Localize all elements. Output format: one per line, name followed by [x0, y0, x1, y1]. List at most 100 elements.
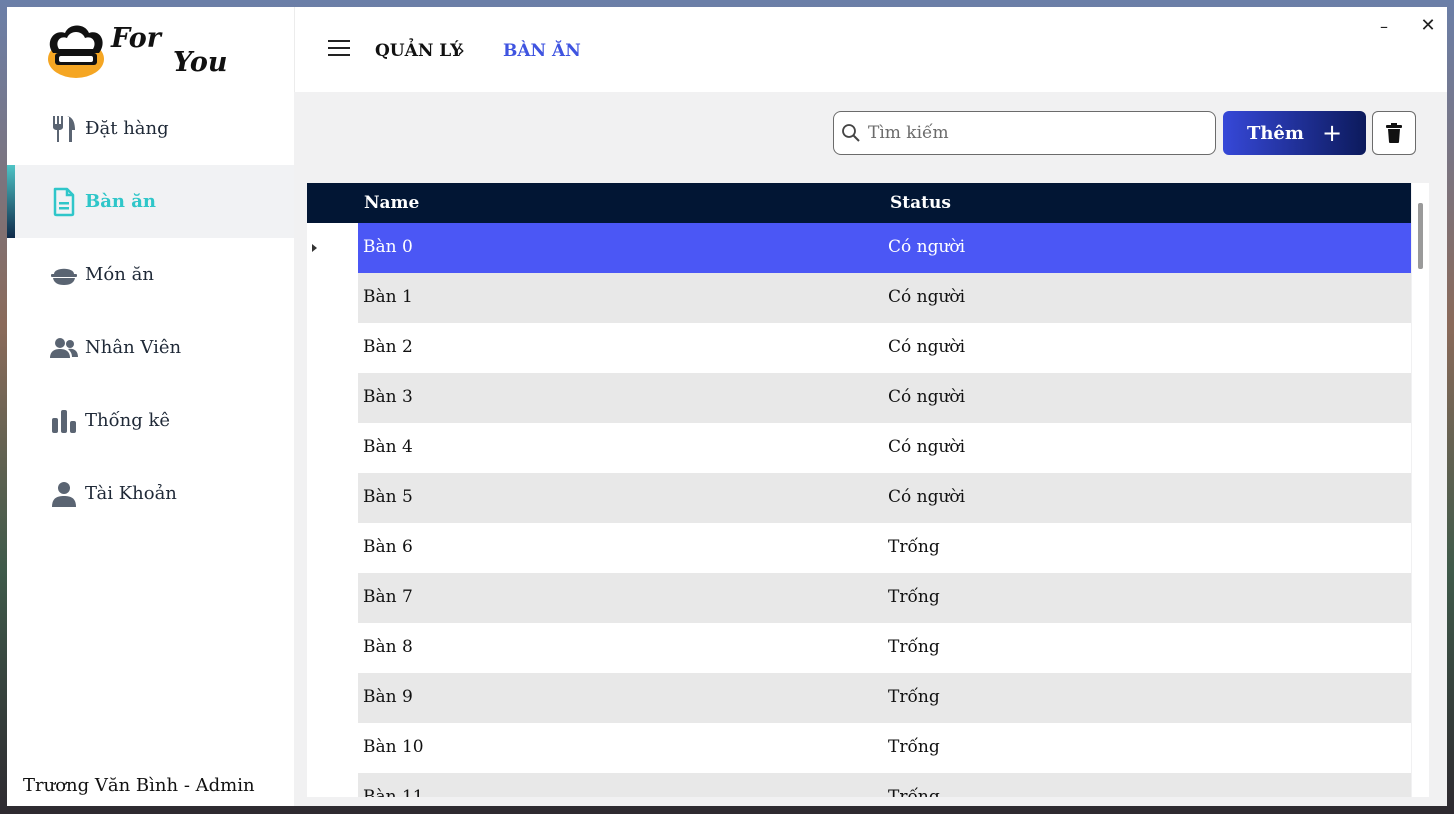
sidebar-item-label: Bàn ăn: [85, 191, 156, 212]
column-header-status[interactable]: Status: [890, 193, 951, 213]
sidebar-item-label: Tài Khoản: [85, 483, 177, 504]
cell-name: Bàn 11: [363, 787, 424, 797]
delete-button[interactable]: [1372, 111, 1416, 155]
table-row[interactable]: Bàn 9 Trống: [307, 673, 1411, 723]
minimize-button[interactable]: –: [1369, 17, 1399, 39]
users-icon: [50, 334, 78, 362]
cell-status: Có người: [888, 287, 966, 307]
table-row[interactable]: Bàn 5 Có người: [307, 473, 1411, 523]
sidebar-item-ban-an[interactable]: Bàn ăn: [7, 165, 294, 238]
cell-status: Trống: [888, 787, 940, 797]
cell-name: Bàn 9: [363, 687, 413, 707]
row-header-cell[interactable]: [307, 473, 358, 523]
row-header-cell[interactable]: [307, 273, 358, 323]
row-body: Bàn 4 Có người: [358, 423, 1411, 473]
sidebar-item-label: Món ăn: [85, 264, 154, 285]
table-row[interactable]: Bàn 10 Trống: [307, 723, 1411, 773]
cell-name: Bàn 6: [363, 537, 413, 557]
cell-name: Bàn 3: [363, 387, 413, 407]
cell-status: Có người: [888, 487, 966, 507]
sidebar-item-nhan-vien[interactable]: Nhân Viên: [7, 311, 294, 384]
cell-name: Bàn 0: [363, 237, 413, 257]
cell-status: Trống: [888, 637, 940, 657]
table-row[interactable]: Bàn 8 Trống: [307, 623, 1411, 673]
cell-name: Bàn 2: [363, 337, 413, 357]
cell-status: Trống: [888, 737, 940, 757]
table-row[interactable]: Bàn 2 Có người: [307, 323, 1411, 373]
row-header-cell[interactable]: [307, 673, 358, 723]
table-row[interactable]: Bàn 4 Có người: [307, 423, 1411, 473]
row-header-cell[interactable]: [307, 573, 358, 623]
row-body: Bàn 0 Có người: [358, 223, 1411, 273]
row-body: Bàn 6 Trống: [358, 523, 1411, 573]
row-header-cell[interactable]: [307, 423, 358, 473]
cell-status: Có người: [888, 437, 966, 457]
cell-status: Có người: [888, 387, 966, 407]
close-button[interactable]: ✕: [1413, 15, 1443, 41]
grid-header: Name Status: [307, 183, 1411, 223]
breadcrumb-current: BÀN ĂN: [503, 41, 581, 61]
document-icon: [50, 187, 78, 216]
tables-grid: Name Status Bàn 0 Có người Bàn 1 Có người Bà…: [307, 183, 1411, 797]
hamburger-menu-icon[interactable]: [328, 40, 350, 58]
grid-body: Bàn 0 Có người Bàn 1 Có người Bàn 2 Có người B…: [307, 223, 1411, 797]
table-row[interactable]: Bàn 1 Có người: [307, 273, 1411, 323]
utensils-icon: [50, 115, 78, 143]
cell-name: Bàn 8: [363, 637, 413, 657]
sidebar-nav: Đặt hàng Bàn ăn Món ăn Nhân Viên Thống k…: [7, 92, 294, 530]
row-header-cell[interactable]: [307, 523, 358, 573]
chevron-right-icon: ›: [457, 38, 465, 62]
row-body: Bàn 9 Trống: [358, 673, 1411, 723]
row-body: Bàn 5 Có người: [358, 473, 1411, 523]
row-body: Bàn 8 Trống: [358, 623, 1411, 673]
sidebar-item-dat-hang[interactable]: Đặt hàng: [7, 92, 294, 165]
current-row-arrow-icon: [312, 244, 317, 252]
row-header-cell[interactable]: [307, 723, 358, 773]
cell-name: Bàn 10: [363, 737, 424, 757]
table-row[interactable]: Bàn 3 Có người: [307, 373, 1411, 423]
cell-status: Có người: [888, 237, 966, 257]
sidebar-item-thong-ke[interactable]: Thống kê: [7, 384, 294, 457]
user-icon: [50, 480, 78, 508]
search-input[interactable]: [868, 123, 1198, 143]
row-body: Bàn 7 Trống: [358, 573, 1411, 623]
add-button[interactable]: Thêm +: [1223, 111, 1366, 155]
breadcrumb-root[interactable]: QUẢN LÝ: [375, 41, 462, 61]
row-body: Bàn 3 Có người: [358, 373, 1411, 423]
bowl-icon: [50, 261, 78, 289]
sidebar-item-label: Thống kê: [85, 410, 171, 431]
cell-name: Bàn 5: [363, 487, 413, 507]
vertical-scrollbar[interactable]: [1412, 183, 1429, 797]
table-row[interactable]: Bàn 11 Trống: [307, 773, 1411, 797]
sidebar-item-label: Nhân Viên: [85, 337, 182, 358]
scrollbar-thumb[interactable]: [1418, 203, 1423, 269]
table-row[interactable]: Bàn 7 Trống: [307, 573, 1411, 623]
cell-name: Bàn 1: [363, 287, 413, 307]
row-header-cell[interactable]: [307, 373, 358, 423]
table-row[interactable]: Bàn 6 Trống: [307, 523, 1411, 573]
table-row[interactable]: Bàn 0 Có người: [307, 223, 1411, 273]
search-box: [833, 111, 1216, 155]
cell-name: Bàn 7: [363, 587, 413, 607]
row-body: Bàn 2 Có người: [358, 323, 1411, 373]
add-button-label: Thêm: [1246, 122, 1304, 144]
row-header-cell[interactable]: [307, 773, 358, 797]
cell-name: Bàn 4: [363, 437, 413, 457]
row-header-cell[interactable]: [307, 323, 358, 373]
logo-text-for: For: [111, 23, 161, 54]
sidebar-item-mon-an[interactable]: Món ăn: [7, 238, 294, 311]
sidebar: For You Đặt hàng Bàn ăn Món ăn Nhân Viên…: [7, 7, 294, 806]
app-window: For You Đặt hàng Bàn ăn Món ăn Nhân Viên…: [7, 7, 1447, 806]
sidebar-item-tai-khoan[interactable]: Tài Khoản: [7, 457, 294, 530]
column-header-name[interactable]: Name: [364, 193, 419, 213]
row-header-cell[interactable]: [307, 623, 358, 673]
bar-chart-icon: [50, 407, 78, 435]
cell-status: Có người: [888, 337, 966, 357]
trash-icon: [1386, 123, 1402, 143]
row-header-cell[interactable]: [307, 223, 358, 273]
cell-status: Trống: [888, 587, 940, 607]
chef-hat-logo-icon: [48, 25, 104, 78]
cell-status: Trống: [888, 687, 940, 707]
row-body: Bàn 1 Có người: [358, 273, 1411, 323]
plus-icon: +: [1321, 119, 1343, 147]
